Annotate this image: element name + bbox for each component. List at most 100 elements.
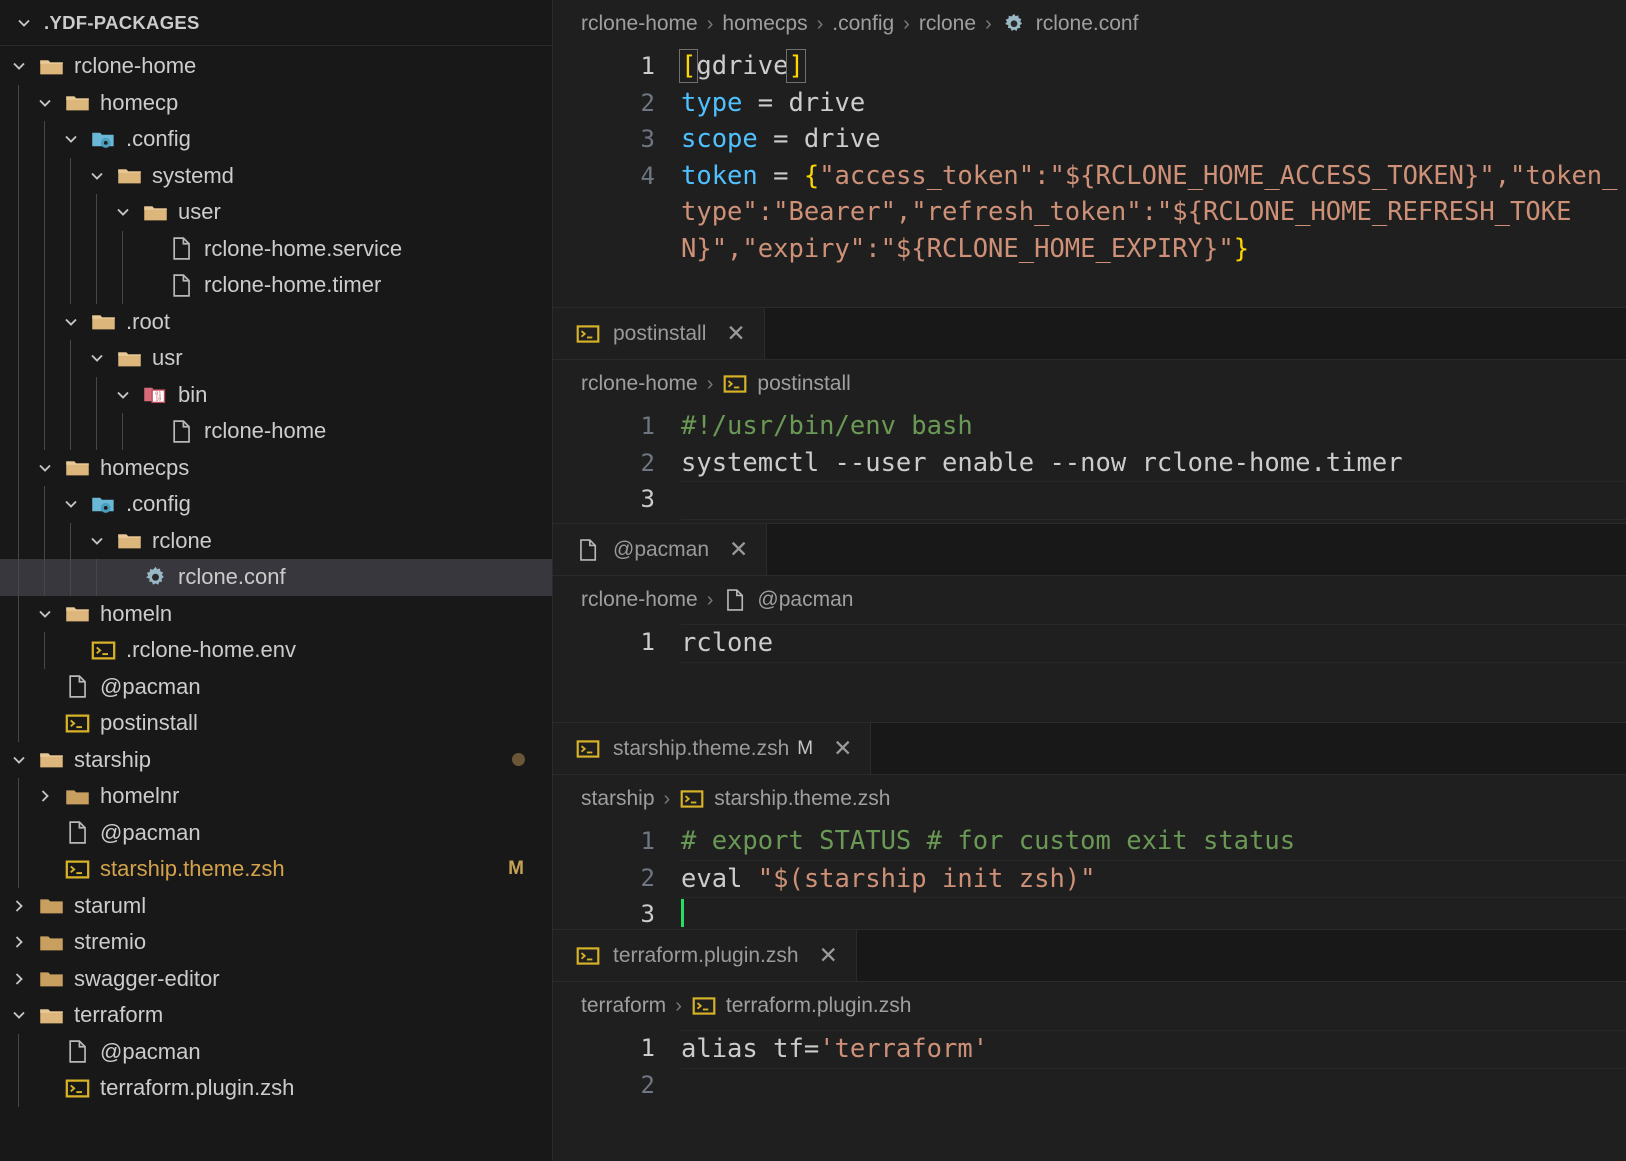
folder-icon [38, 53, 65, 80]
chevron-down-icon[interactable] [30, 458, 60, 478]
breadcrumb-item[interactable]: rclone [919, 12, 976, 36]
shell-script-icon [64, 856, 91, 883]
explorer-root-header[interactable]: .YDF-PACKAGES [0, 0, 552, 46]
chevron-down-icon[interactable] [108, 385, 138, 405]
breadcrumb-item[interactable]: rclone-home [581, 588, 698, 612]
tree-item-postinstall[interactable]: postinstall [0, 705, 552, 742]
breadcrumb-item[interactable]: postinstall [757, 372, 850, 396]
tree-item-homeln[interactable]: homeln [0, 595, 552, 632]
breadcrumb-item[interactable]: starship [581, 787, 655, 811]
indent-guide [44, 303, 45, 340]
chevron-down-icon[interactable] [30, 93, 60, 113]
tree-item-homecps[interactable]: homecps [0, 449, 552, 486]
tree-item-icon [60, 783, 94, 810]
tree-item-usr[interactable]: usr [0, 340, 552, 377]
tree-item-rclone-home-timer[interactable]: rclone-home.timer [0, 267, 552, 304]
tab-postinstall[interactable]: postinstall ✕ [553, 308, 765, 359]
code-token: rclone [681, 628, 774, 658]
tree-item-rclone-home[interactable]: rclone-home [0, 48, 552, 85]
tree-item--config[interactable]: .config [0, 121, 552, 158]
breadcrumb: terraform › terraform.plugin.zsh [553, 982, 1626, 1030]
tree-item--rclone-home-env[interactable]: .rclone-home.env [0, 632, 552, 669]
chevron-right-icon[interactable] [4, 932, 34, 952]
indent-guide [44, 486, 45, 523]
tab-terraform-plugin[interactable]: terraform.plugin.zsh ✕ [553, 930, 857, 981]
tree-item-terraform-plugin-zsh[interactable]: terraform.plugin.zsh [0, 1070, 552, 1107]
breadcrumb-item[interactable]: terraform [581, 994, 666, 1018]
tree-item-homecp[interactable]: homecp [0, 84, 552, 121]
tree-item-starship-theme-zsh[interactable]: starship.theme.zsh M [0, 851, 552, 888]
code-editor-terraform-plugin[interactable]: 1 alias tf='terraform' 2 [553, 1030, 1626, 1103]
tree-item-rclone-home[interactable]: rclone-home [0, 413, 552, 450]
tree-item-label: .rclone-home.env [126, 637, 296, 663]
tree-item--config[interactable]: .config [0, 486, 552, 523]
breadcrumb-item[interactable]: .config [832, 12, 894, 36]
tree-item-systemd[interactable]: systemd [0, 157, 552, 194]
chevron-down-icon[interactable] [82, 166, 112, 186]
breadcrumb-separator: › [663, 787, 671, 810]
tab-pacman[interactable]: @pacman ✕ [553, 524, 768, 575]
tree-item-swagger-editor[interactable]: swagger-editor [0, 961, 552, 998]
tree-item-rclone-conf[interactable]: rclone.conf [0, 559, 552, 596]
breadcrumb-item[interactable]: @pacman [757, 588, 853, 612]
close-icon[interactable]: ✕ [819, 944, 838, 967]
tree-item-label: homelnr [100, 783, 180, 809]
tree-item-homelnr[interactable]: homelnr [0, 778, 552, 815]
indent-guide [122, 413, 123, 450]
indent-guide [96, 413, 97, 450]
tree-item--root[interactable]: .root [0, 303, 552, 340]
breadcrumb-item[interactable]: starship.theme.zsh [714, 787, 890, 811]
tree-item-label: homecps [100, 454, 190, 480]
chevron-down-icon[interactable] [56, 129, 86, 149]
code-token: 'terraform' [819, 1034, 989, 1064]
chevron-down-icon[interactable] [4, 750, 34, 770]
close-icon[interactable]: ✕ [729, 538, 748, 561]
tree-item-terraform[interactable]: terraform [0, 997, 552, 1034]
tree-item-stremio[interactable]: stremio [0, 924, 552, 961]
close-icon[interactable]: ✕ [726, 322, 745, 345]
chevron-down-icon[interactable] [56, 312, 86, 332]
breadcrumb-item[interactable]: homecps [722, 12, 807, 36]
tree-item-staruml[interactable]: staruml [0, 888, 552, 925]
tree-item--pacman[interactable]: @pacman [0, 1033, 552, 1070]
code-token: { [803, 160, 820, 191]
tree-item--pacman[interactable]: @pacman [0, 814, 552, 851]
chevron-down-icon[interactable] [56, 494, 86, 514]
chevron-right-icon[interactable] [30, 786, 60, 806]
close-icon[interactable]: ✕ [833, 737, 852, 760]
chevron-down-icon[interactable] [30, 604, 60, 624]
breadcrumb-item[interactable]: terraform.plugin.zsh [726, 994, 912, 1018]
tree-item--pacman[interactable]: @pacman [0, 668, 552, 705]
tree-item-label: swagger-editor [74, 965, 220, 991]
code-editor-rclone-conf[interactable]: 1 [gdrive] 2 type = drive 3 scope = drive 4 tok… [553, 48, 1626, 267]
chevron-down-icon[interactable] [4, 1005, 34, 1025]
tree-item-bin[interactable]: 01 10 bin [0, 376, 552, 413]
line-number: 3 [640, 125, 655, 153]
chevron-right-icon[interactable] [4, 969, 34, 989]
tree-item-user[interactable]: user [0, 194, 552, 231]
code-editor-postinstall[interactable]: 1 #!/usr/bin/env bash 2 systemctl --user en… [553, 408, 1626, 520]
chevron-down-icon[interactable] [4, 56, 34, 76]
chevron-right-icon[interactable] [4, 896, 34, 916]
tab-starship-theme[interactable]: starship.theme.zsh M ✕ [553, 723, 872, 774]
folder-icon [116, 162, 143, 189]
text-cursor [681, 899, 684, 927]
indent-guide [18, 851, 19, 888]
chevron-down-icon[interactable] [82, 531, 112, 551]
line-number: 2 [640, 1070, 655, 1099]
indent-guide [96, 230, 97, 267]
code-editor-starship-theme[interactable]: 1 # export STATUS # for custom exit statu… [553, 823, 1626, 929]
shell-script-icon [691, 993, 717, 1019]
breadcrumb-item[interactable]: rclone-home [581, 12, 698, 36]
chevron-down-icon[interactable] [108, 202, 138, 222]
tree-item-icon [34, 929, 68, 956]
chevron-down-icon[interactable] [82, 348, 112, 368]
tree-item-label: rclone-home.timer [204, 272, 382, 298]
tree-item-starship[interactable]: starship [0, 742, 552, 779]
breadcrumb-item[interactable]: rclone.conf [1036, 12, 1139, 36]
tree-item-rclone[interactable]: rclone [0, 522, 552, 559]
code-editor-pacman[interactable]: 1 rclone [553, 624, 1626, 663]
tab-file-icon [575, 736, 601, 762]
breadcrumb-item[interactable]: rclone-home [581, 372, 698, 396]
tree-item-rclone-home-service[interactable]: rclone-home.service [0, 230, 552, 267]
